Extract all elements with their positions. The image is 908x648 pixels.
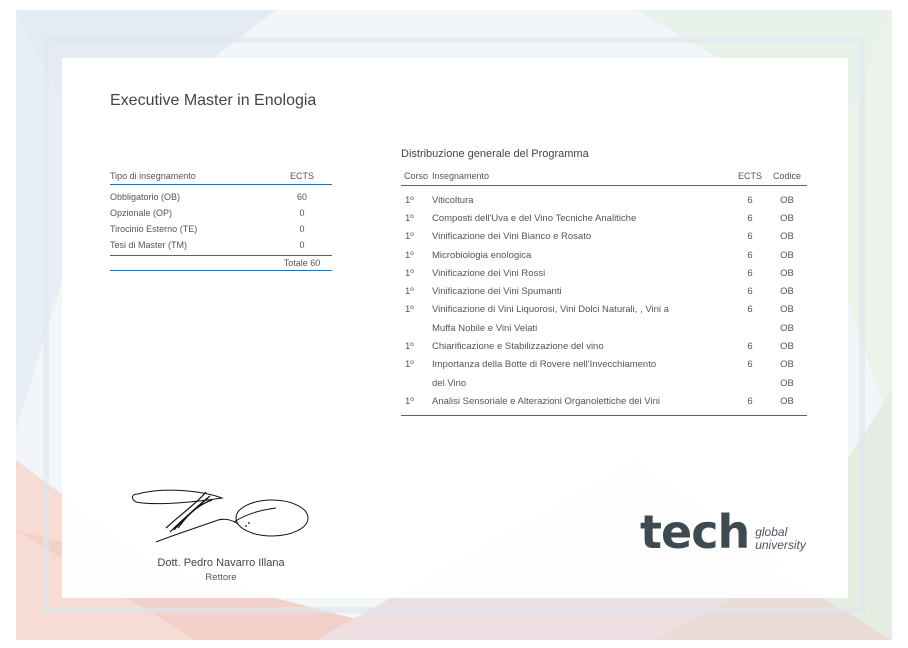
row-insegnamento: Vinificazione dei Vini Bianco e Rosato (432, 231, 592, 243)
program-row: del Vino OB (401, 374, 807, 392)
row-insegnamento: Vinificazione di Vini Liquorosi, Vini Do… (432, 304, 669, 316)
row-insegnamento: Analisi Sensoriale e Alterazioni Organol… (432, 395, 660, 407)
summary-ects: 0 (299, 224, 305, 234)
row-codice: OB (780, 194, 794, 206)
row-ects: 6 (747, 359, 753, 371)
row-codice: OB (780, 231, 794, 243)
row-corso: 1º (405, 212, 414, 224)
row-ects: 6 (747, 212, 753, 224)
ects-summary-table: Tipo di insegnamento ECTS Obbligatorio (… (110, 171, 332, 271)
row-corso: 1º (405, 304, 414, 316)
logo-tagline: global university (755, 526, 806, 552)
summary-type: Tesi di Master (TM) (110, 240, 188, 250)
row-codice: OB (780, 286, 794, 298)
program-table-title: Distribuzione generale del Programma (401, 148, 589, 160)
row-insegnamento: Muffa Nobile e Vini Velati (432, 322, 538, 334)
summary-type: Tirocinio Esterno (TE) (110, 224, 198, 234)
row-ects: 6 (747, 395, 753, 407)
row-corso: 1º (405, 359, 414, 371)
row-insegnamento: Vinificazione dei Vini Rossi (432, 267, 546, 279)
row-ects: 6 (747, 286, 753, 298)
row-codice: OB (780, 341, 794, 353)
row-codice: OB (780, 304, 794, 316)
row-insegnamento: Microbiologia enologica (432, 249, 532, 261)
logo-brand: tech (640, 505, 750, 559)
row-corso: 1º (405, 194, 414, 206)
row-ects: 6 (747, 194, 753, 206)
row-corso: 1º (405, 249, 414, 261)
program-row: 1º Vinificazione di Vini Liquorosi, Vini … (401, 301, 807, 319)
row-ects: 6 (747, 231, 753, 243)
row-corso: 1º (405, 267, 414, 279)
program-row: 1º Viticoltura 6 OB (401, 191, 807, 209)
program-header: Corso Insegnamento ECTS Codice (401, 171, 807, 186)
row-insegnamento: Chiarificazione e Stabilizzazione del vi… (432, 341, 604, 353)
summary-header-type: Tipo di insegnamento (110, 171, 196, 181)
program-table: Corso Insegnamento ECTS Codice 1º Viticol… (401, 171, 807, 416)
signatory-role: Rettore (205, 572, 237, 583)
program-row: Muffa Nobile e Vini Velati OB (401, 319, 807, 337)
row-codice: OB (780, 377, 794, 389)
summary-row: Opzionale (OP) 0 (110, 205, 332, 221)
page-title: Executive Master in Enologia (110, 92, 317, 109)
program-row: 1º Chiarificazione e Stabilizzazione del … (401, 337, 807, 355)
header-corso: Corso (404, 171, 429, 181)
row-corso: 1º (405, 286, 414, 298)
row-codice: OB (780, 267, 794, 279)
row-insegnamento: Composti dell'Uva e del Vino Tecniche An… (432, 212, 637, 224)
row-corso: 1º (405, 395, 414, 407)
row-insegnamento: Vinificazione dei Vini Spumanti (432, 286, 562, 298)
summary-row: Tirocinio Esterno (TE) 0 (110, 221, 332, 237)
summary-ects: 60 (296, 192, 307, 202)
program-row: 1º Analisi Sensoriale e Alterazioni Organ… (401, 392, 807, 410)
row-insegnamento: Importanza della Botte di Rovere nell'In… (432, 359, 657, 371)
summary-ects: 0 (299, 240, 305, 250)
row-ects: 6 (747, 341, 753, 353)
summary-total: Totale 60 (110, 255, 332, 271)
summary-ects: 0 (299, 208, 305, 218)
row-ects: 6 (747, 304, 753, 316)
program-rows: 1º Viticoltura 6 OB 1º Composti dell'Uva e de… (401, 186, 807, 416)
logo-tagline-university: university (755, 538, 806, 552)
row-corso: 1º (405, 231, 414, 243)
summary-total-value: Totale 60 (283, 258, 321, 268)
program-row: 1º Composti dell'Uva e del Vino Tecniche … (401, 209, 807, 227)
certificate-page: Executive Master in Enologia Tipo di ins… (0, 0, 908, 648)
signature-image (131, 489, 309, 543)
row-corso: 1º (405, 341, 414, 353)
program-row: 1º Vinificazione dei Vini Rossi 6 OB (401, 264, 807, 282)
summary-type: Obbligatorio (OB) (110, 192, 181, 202)
row-insegnamento: del Vino (432, 377, 467, 389)
header-codice: Codice (772, 171, 801, 181)
summary-row: Tesi di Master (TM) 0 (110, 237, 332, 253)
row-insegnamento: Viticoltura (432, 194, 474, 206)
summary-type: Opzionale (OP) (110, 208, 173, 218)
summary-header-ects: ECTS (289, 171, 314, 181)
summary-header: Tipo di insegnamento ECTS (110, 171, 332, 185)
row-codice: OB (780, 212, 794, 224)
header-insegnamento: Insegnamento (432, 171, 490, 181)
tech-logo: tech global university (640, 505, 806, 559)
row-codice: OB (780, 395, 794, 407)
row-ects: 6 (747, 249, 753, 261)
header-ects: ECTS (737, 171, 762, 181)
program-row: 1º Vinificazione dei Vini Spumanti 6 OB (401, 282, 807, 300)
row-codice: OB (780, 249, 794, 261)
row-ects: 6 (747, 267, 753, 279)
program-row: 1º Importanza della Botte di Rovere nell'… (401, 356, 807, 374)
row-codice: OB (780, 322, 794, 334)
row-codice: OB (780, 359, 794, 371)
program-row: 1º Microbiologia enologica 6 OB (401, 246, 807, 264)
program-row: 1º Vinificazione dei Vini Bianco e Rosato… (401, 228, 807, 246)
summary-row: Obbligatorio (OB) 60 (110, 189, 332, 205)
signatory-name: Dott. Pedro Navarro Illana (157, 557, 285, 569)
